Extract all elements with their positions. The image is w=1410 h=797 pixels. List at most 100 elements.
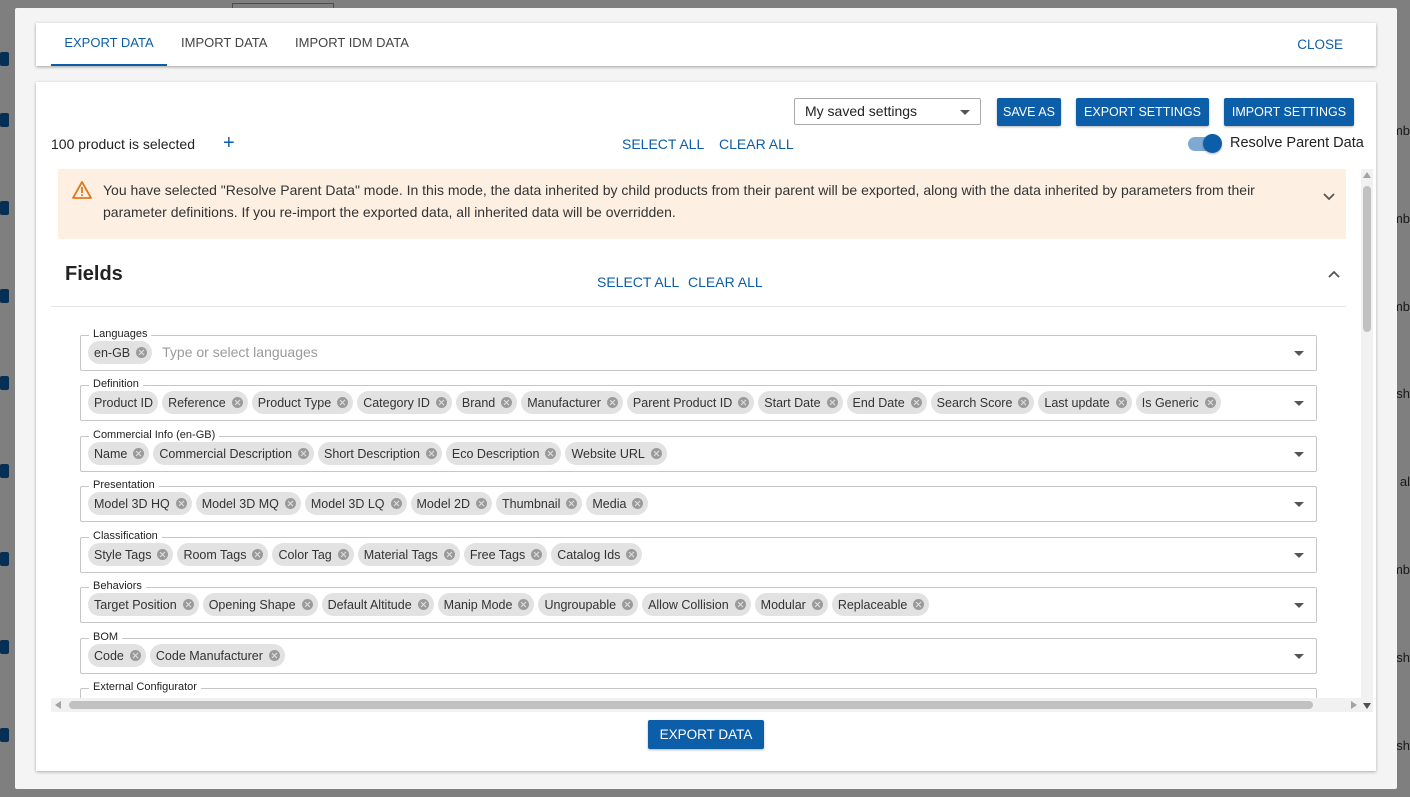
remove-chip-icon[interactable] — [298, 448, 310, 459]
add-products-icon[interactable]: + — [223, 132, 235, 155]
chevron-up-icon[interactable] — [1327, 267, 1341, 282]
remove-chip-icon[interactable] — [337, 549, 349, 560]
remove-chip-icon[interactable] — [738, 397, 750, 408]
select-all-fields-link[interactable]: SELECT ALL — [597, 274, 679, 290]
remove-chip-icon[interactable] — [650, 448, 662, 459]
save-as-button[interactable]: SAVE AS — [997, 98, 1061, 126]
field-label: Languages — [89, 327, 152, 341]
saved-settings-select[interactable]: My saved settings — [794, 98, 981, 125]
remove-chip-icon[interactable] — [390, 498, 402, 509]
classification-field[interactable]: Classification Style Tags Room Tags Colo… — [80, 529, 1317, 573]
remove-chip-icon[interactable] — [284, 498, 296, 509]
clear-all-fields-link[interactable]: CLEAR ALL — [688, 274, 763, 290]
resolve-parent-data-toggle[interactable] — [1188, 134, 1222, 153]
clear-all-products-link[interactable]: CLEAR ALL — [719, 136, 794, 152]
tab-import-idm-data[interactable]: IMPORT IDM DATA — [295, 23, 409, 66]
scroll-right-icon[interactable] — [1351, 701, 1357, 709]
import-settings-button[interactable]: IMPORT SETTINGS — [1224, 98, 1354, 126]
remove-chip-icon[interactable] — [268, 650, 280, 661]
chevron-down-icon[interactable] — [1294, 553, 1304, 558]
chip: Start Date — [758, 391, 843, 414]
chip: Color Tag — [272, 543, 354, 566]
remove-chip-icon[interactable] — [734, 599, 746, 610]
remove-chip-icon[interactable] — [337, 397, 349, 408]
chip: Replaceable — [831, 593, 930, 616]
vertical-scrollbar[interactable] — [1361, 169, 1373, 712]
remove-chip-icon[interactable] — [231, 397, 243, 408]
tab-import-data[interactable]: IMPORT DATA — [181, 23, 267, 66]
export-settings-button[interactable]: EXPORT SETTINGS — [1076, 98, 1209, 126]
close-button[interactable]: CLOSE — [1297, 23, 1343, 66]
chevron-down-icon[interactable] — [1294, 603, 1304, 608]
bom-field[interactable]: BOM Code Code Manufacturer — [80, 630, 1317, 674]
remove-chip-icon[interactable] — [182, 599, 194, 610]
remove-chip-icon[interactable] — [518, 599, 530, 610]
scrollbar-thumb[interactable] — [69, 701, 1313, 709]
chevron-down-icon[interactable] — [1294, 654, 1304, 659]
remove-chip-icon[interactable] — [811, 599, 823, 610]
field-label: External Configurator — [89, 680, 201, 694]
scroll-left-icon[interactable] — [55, 701, 61, 709]
field-label: Commercial Info (en-GB) — [89, 428, 220, 442]
behaviors-field[interactable]: Behaviors Target Position Opening Shape … — [80, 579, 1317, 623]
chevron-down-icon[interactable] — [1294, 452, 1304, 457]
remove-chip-icon[interactable] — [531, 549, 543, 560]
chip: Manip Mode — [437, 593, 535, 616]
remove-chip-icon[interactable] — [606, 397, 618, 408]
chip: Model 3D MQ — [195, 492, 301, 515]
chip: Website URL — [565, 442, 667, 465]
chip: Code Manufacturer — [149, 644, 285, 667]
remove-chip-icon[interactable] — [301, 599, 313, 610]
resolve-parent-warning: You have selected "Resolve Parent Data" … — [58, 169, 1346, 239]
tab-export-data[interactable]: EXPORT DATA — [51, 23, 167, 66]
languages-input-placeholder[interactable]: Type or select languages — [162, 341, 318, 364]
chip: Model 3D HQ — [88, 492, 192, 515]
export-data-button[interactable]: EXPORT DATA — [648, 720, 764, 749]
remove-chip-icon[interactable] — [425, 448, 437, 459]
chip: Eco Description — [445, 442, 562, 465]
remove-chip-icon[interactable] — [133, 448, 145, 459]
chip: Style Tags — [88, 543, 174, 566]
remove-chip-icon[interactable] — [501, 397, 513, 408]
chevron-down-icon[interactable] — [1294, 502, 1304, 507]
remove-chip-icon[interactable] — [435, 397, 447, 408]
definition-field[interactable]: Definition Product ID Reference Product … — [80, 377, 1317, 421]
remove-chip-icon[interactable] — [545, 448, 557, 459]
chip: Free Tags — [463, 543, 548, 566]
commercial-info-field[interactable]: Commercial Info (en-GB) Name Commercial … — [80, 428, 1317, 472]
remove-chip-icon[interactable] — [1115, 397, 1127, 408]
remove-chip-icon[interactable] — [175, 498, 187, 509]
remove-chip-icon[interactable] — [1018, 397, 1030, 408]
chip: en-GB — [88, 341, 153, 364]
remove-chip-icon[interactable] — [136, 347, 148, 358]
remove-chip-icon[interactable] — [157, 549, 169, 560]
remove-chip-icon[interactable] — [626, 549, 638, 560]
scroll-down-icon[interactable] — [1363, 703, 1371, 709]
remove-chip-icon[interactable] — [1204, 397, 1216, 408]
remove-chip-icon[interactable] — [129, 650, 141, 661]
fields-scroll-area[interactable]: You have selected "Resolve Parent Data" … — [51, 169, 1361, 712]
chevron-down-icon[interactable] — [1294, 351, 1304, 356]
remove-chip-icon[interactable] — [566, 498, 578, 509]
languages-field[interactable]: Languages en-GB Type or select languages — [80, 327, 1317, 371]
chevron-down-icon[interactable] — [1294, 401, 1304, 406]
remove-chip-icon[interactable] — [632, 498, 644, 509]
remove-chip-icon[interactable] — [443, 549, 455, 560]
remove-chip-icon[interactable] — [622, 599, 634, 610]
remove-chip-icon[interactable] — [910, 397, 922, 408]
chip: Manufacturer — [521, 391, 623, 414]
remove-chip-icon[interactable] — [417, 599, 429, 610]
remove-chip-icon[interactable] — [913, 599, 925, 610]
horizontal-scrollbar[interactable] — [51, 698, 1361, 712]
chevron-down-icon[interactable] — [1322, 186, 1336, 208]
chip: Short Description — [318, 442, 442, 465]
remove-chip-icon[interactable] — [252, 549, 264, 560]
scrollbar-thumb[interactable] — [1363, 186, 1371, 332]
chip: Model 3D LQ — [304, 492, 407, 515]
chip: Target Position — [88, 593, 199, 616]
scroll-up-icon[interactable] — [1363, 172, 1371, 178]
presentation-field[interactable]: Presentation Model 3D HQ Model 3D MQ Mod… — [80, 478, 1317, 522]
remove-chip-icon[interactable] — [826, 397, 838, 408]
remove-chip-icon[interactable] — [476, 498, 487, 509]
select-all-products-link[interactable]: SELECT ALL — [622, 136, 704, 152]
